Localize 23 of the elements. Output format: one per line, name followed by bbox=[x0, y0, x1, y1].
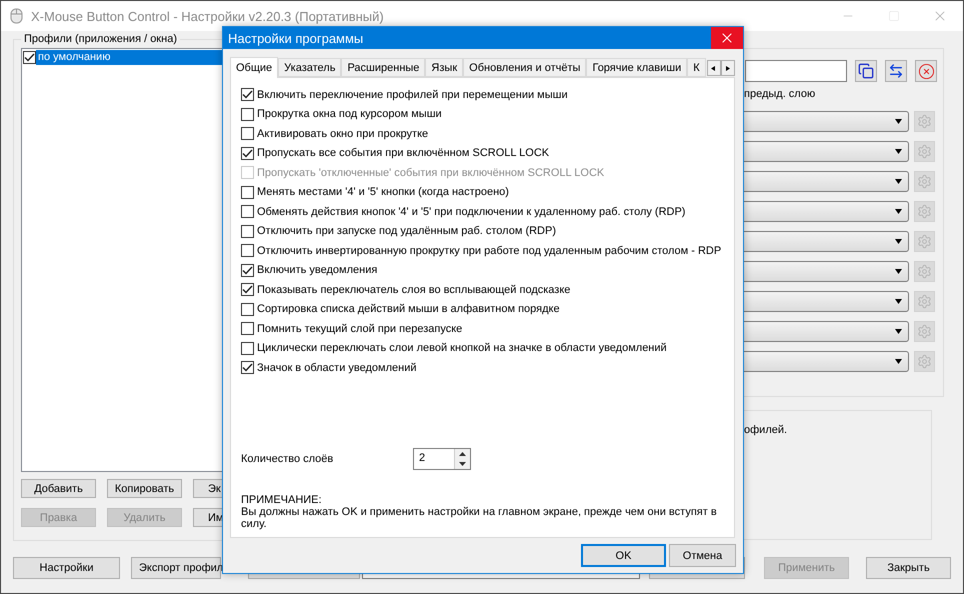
option-label: Прокрутка окна под курсором мыши bbox=[257, 108, 442, 120]
option-label: Пропускать 'отключенные' события при включённом SCROLL LOCK bbox=[257, 166, 604, 179]
option-label: Сортировка списка действий мыши в алфавитном порядке bbox=[257, 303, 560, 316]
dialog-title: Настройки программы bbox=[228, 30, 364, 46]
option-label: Отключить при запуске под удалённым раб. столом (RDP) bbox=[257, 225, 556, 238]
layers-label: Количество слоёв bbox=[241, 452, 334, 464]
option-label: Значок в области уведомлений bbox=[257, 362, 417, 374]
option-label: Циклически переключать слои левой кнопкой на значке в области уведомлений bbox=[257, 342, 667, 354]
info-text: офилей. bbox=[744, 424, 788, 436]
group-label: Профили (приложения / окна) bbox=[23, 33, 178, 45]
option-label: Обменять действия кнопок '4' и '5' при подключении к удаленному раб. столу (RDP) bbox=[257, 206, 686, 218]
window-title: X-Mouse Button Control - Настройки v2.20.3 (Портативный) bbox=[31, 8, 385, 24]
option-label: Пропускать все события при включённом SCROLL LOCK bbox=[257, 147, 550, 160]
option-label: Помнить текущий слой при перезапуске bbox=[257, 322, 462, 335]
caption-text: предыд. слою bbox=[743, 88, 816, 102]
option-label: Менять местами '4' и '5' кнопки (когда настроено) bbox=[257, 186, 509, 198]
option-label: Активировать окно при прокрутке bbox=[257, 128, 428, 140]
option-label: Показывать переключатель слоя во всплывающей подсказке bbox=[257, 284, 570, 296]
option-label: Включить уведомления bbox=[257, 264, 378, 276]
note-heading: ПРИМЕЧАНИЕ: bbox=[241, 494, 323, 506]
option-label: Включить переключение профилей при перемещении мыши bbox=[257, 88, 568, 101]
note-text: Вы должны нажать OK и применить настройки на главном экране, прежде чем они вступят в силу. bbox=[241, 506, 718, 530]
option-label: Отключить инвертированную прокрутку при работе под удаленным рабочим столом - RDP bbox=[257, 244, 722, 257]
